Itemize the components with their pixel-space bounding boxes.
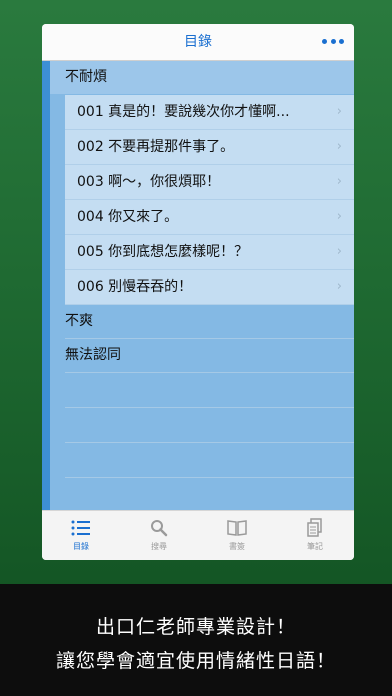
list-item-label: 004 你又來了。: [77, 209, 179, 225]
caption-line-1: 出口仁老師專業設計！: [95, 616, 296, 638]
list-item[interactable]: 001 真是的！要說幾次你才懂啊... ›: [65, 95, 354, 130]
divider: [65, 442, 354, 443]
list-item-label: 003 啊～，你很煩耶！: [77, 174, 221, 190]
list-icon: [71, 520, 90, 536]
tab-label: 搜尋: [151, 542, 167, 551]
tab-label: 目錄: [73, 542, 89, 551]
chevron-right-icon: ›: [336, 209, 342, 224]
navigation-bar: 目錄: [42, 24, 354, 61]
note-icon: [307, 518, 322, 537]
more-icon[interactable]: [322, 31, 344, 51]
list-item[interactable]: 005 你到底想怎麼樣呢！？ ›: [65, 235, 354, 270]
list-item-label: 005 你到底想怎麼樣呢！？: [77, 244, 249, 260]
caption-line-2: 讓您學會適宜使用情緒性日語！: [55, 650, 336, 672]
tab-bookmarks[interactable]: 書簽: [198, 511, 276, 560]
divider: [65, 407, 354, 408]
divider: [65, 372, 354, 373]
list-item-label: 002 不要再提那件事了。: [77, 139, 235, 155]
search-icon: [151, 520, 168, 537]
book-icon: [227, 520, 247, 536]
section-header[interactable]: 不爽: [50, 305, 354, 338]
section-indicator-bar: [42, 61, 50, 511]
nav-title: 目錄: [184, 34, 212, 50]
promo-caption: 出口仁老師專業設計！ 讓您學會適宜使用情緒性日語！: [0, 584, 392, 696]
chevron-right-icon: ›: [336, 139, 342, 154]
list-item[interactable]: 004 你又來了。 ›: [65, 200, 354, 235]
tab-contents[interactable]: 目錄: [42, 511, 120, 560]
tab-label: 書簽: [229, 542, 245, 551]
tab-label: 筆記: [307, 542, 323, 551]
chevron-right-icon: ›: [336, 244, 342, 259]
chevron-right-icon: ›: [336, 174, 342, 189]
tab-notes[interactable]: 筆記: [276, 511, 354, 560]
chevron-right-icon: ›: [336, 104, 342, 119]
table-of-contents: 不耐煩 001 真是的！要說幾次你才懂啊... › 002 不要再提那件事了。 …: [42, 61, 354, 511]
app-screen: 目錄 不耐煩 001 真是的！要說幾次你才懂啊... › 002 不要再提那件事…: [42, 24, 354, 560]
list-item-label: 001 真是的！要說幾次你才懂啊...: [77, 104, 290, 120]
list-item-label: 006 別慢吞吞的！: [77, 279, 193, 295]
section-header[interactable]: 無法認同: [50, 339, 354, 372]
list-item[interactable]: 003 啊～，你很煩耶！ ›: [65, 165, 354, 200]
list-item[interactable]: 006 別慢吞吞的！ ›: [65, 270, 354, 305]
tab-bar: 目錄 搜尋 書簽 筆記: [42, 510, 354, 560]
list-item[interactable]: 002 不要再提那件事了。 ›: [65, 130, 354, 165]
divider: [65, 477, 354, 478]
section-header[interactable]: 不耐煩: [50, 61, 354, 94]
tab-search[interactable]: 搜尋: [120, 511, 198, 560]
chevron-right-icon: ›: [336, 279, 342, 294]
